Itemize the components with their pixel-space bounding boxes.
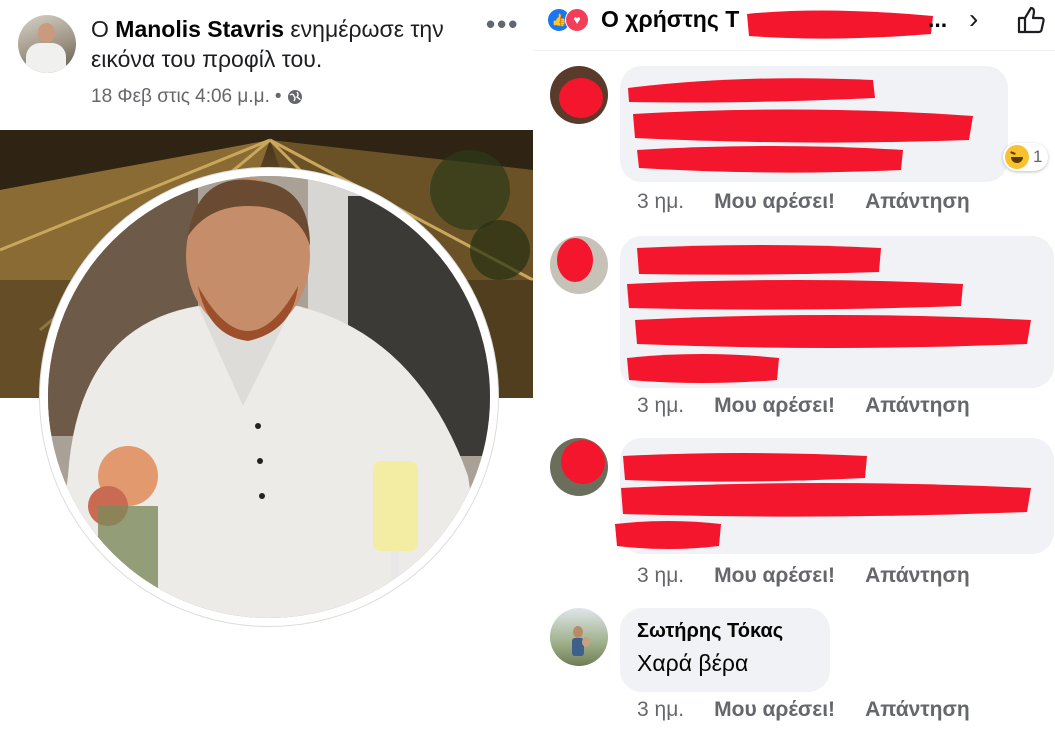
author-avatar[interactable] xyxy=(18,15,76,73)
reply-comment-button[interactable]: Απάντηση xyxy=(865,394,970,418)
header-divider xyxy=(533,50,1055,51)
comment-reaction-chip[interactable]: 1 xyxy=(1003,143,1049,171)
comment-avatar[interactable] xyxy=(550,608,608,666)
comment-text: Χαρά βέρα xyxy=(637,650,749,676)
like-comment-button[interactable]: Μου αρέσει! xyxy=(714,394,835,418)
redaction-mark xyxy=(615,453,1031,549)
haha-icon xyxy=(1005,145,1029,169)
reactions-summary[interactable]: 👍 ♥ xyxy=(547,8,595,32)
header-title[interactable]: Ο χρήστης Τ xyxy=(601,6,739,33)
like-comment-button[interactable]: Μου αρέσει! xyxy=(714,698,835,722)
chevron-right-icon[interactable]: › xyxy=(969,5,978,33)
comment-bubble: Σωτήρης Τόκας Χαρά βέρα xyxy=(620,608,830,692)
redaction-mark xyxy=(627,245,1031,383)
like-comment-button[interactable]: Μου αρέσει! xyxy=(714,564,835,588)
love-icon: ♥ xyxy=(565,8,589,32)
like-comment-button[interactable]: Μου αρέσει! xyxy=(714,190,835,214)
comment-time[interactable]: 3 ημ. xyxy=(637,564,684,588)
redaction-mark xyxy=(557,238,593,282)
post-prefix: Ο xyxy=(91,16,109,42)
reaction-count: 1 xyxy=(1033,147,1043,166)
profile-update-post: Ο Manolis Stavris ενημέρωσε την εικόνα τ… xyxy=(0,0,533,748)
redaction-mark xyxy=(559,78,603,118)
meta-separator: • xyxy=(274,86,282,107)
post-meta: 18 Φεβ στις 4:06 μ.μ. • xyxy=(91,86,303,108)
comment-actions: 3 ημ. Μου αρέσει! Απάντηση xyxy=(637,394,970,418)
more-dots-icon[interactable]: ••• xyxy=(486,11,519,37)
post-headline: Ο Manolis Stavris ενημέρωσε την εικόνα τ… xyxy=(91,14,481,74)
comment-time[interactable]: 3 ημ. xyxy=(637,394,684,418)
comment-actions: 3 ημ. Μου αρέσει! Απάντηση xyxy=(637,698,970,722)
comment-time[interactable]: 3 ημ. xyxy=(637,698,684,722)
globe-icon xyxy=(287,90,302,104)
comment-author[interactable]: Σωτήρης Τόκας xyxy=(637,620,783,643)
redaction-mark xyxy=(561,440,605,484)
comment-time[interactable]: 3 ημ. xyxy=(637,190,684,214)
post-author-link[interactable]: Manolis Stavris xyxy=(115,16,284,42)
redaction-mark xyxy=(747,10,933,39)
header-ellipsis: ... xyxy=(928,6,948,32)
profile-picture[interactable] xyxy=(48,176,490,618)
avatar-photo xyxy=(572,626,590,656)
post-timestamp[interactable]: 18 Φεβ στις 4:06 μ.μ. xyxy=(91,86,270,108)
profile-portrait-image xyxy=(48,176,490,618)
reply-comment-button[interactable]: Απάντηση xyxy=(865,564,970,588)
reply-comment-button[interactable]: Απάντηση xyxy=(865,190,970,214)
comments-header: 👍 ♥ Ο χρήστης Τ ... › xyxy=(533,0,1055,44)
comment-actions: 3 ημ. Μου αρέσει! Απάντηση xyxy=(637,564,970,588)
reply-comment-button[interactable]: Απάντηση xyxy=(865,698,970,722)
comments-panel: 👍 ♥ Ο χρήστης Τ ... › 1 3 ημ. Μου αρέσει… xyxy=(533,0,1055,748)
comment-actions: 3 ημ. Μου αρέσει! Απάντηση xyxy=(637,190,970,214)
thumbs-up-icon[interactable] xyxy=(1015,4,1047,36)
redaction-mark xyxy=(628,78,973,173)
